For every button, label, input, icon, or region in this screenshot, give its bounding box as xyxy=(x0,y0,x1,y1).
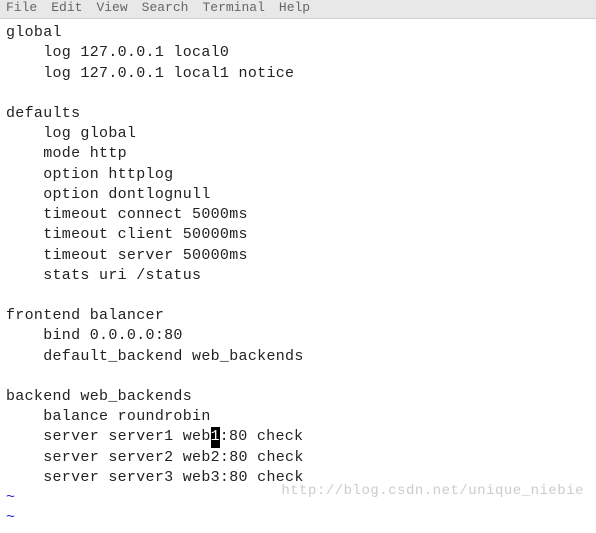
editor-area[interactable]: global log 127.0.0.1 local0 log 127.0.0.… xyxy=(0,19,596,533)
menu-search[interactable]: Search xyxy=(142,0,189,15)
menu-help[interactable]: Help xyxy=(279,0,310,15)
editor-line: mode http xyxy=(6,144,590,164)
editor-line: global xyxy=(6,23,590,43)
editor-line: bind 0.0.0.0:80 xyxy=(6,326,590,346)
menubar: File Edit View Search Terminal Help xyxy=(0,0,596,19)
editor-line xyxy=(6,84,590,104)
editor-line: timeout connect 5000ms xyxy=(6,205,590,225)
editor-line: option dontlognull xyxy=(6,185,590,205)
editor-line: server server1 web1:80 check xyxy=(6,427,590,447)
editor-line: option httplog xyxy=(6,165,590,185)
editor-line xyxy=(6,367,590,387)
editor-line: log global xyxy=(6,124,590,144)
watermark-text: http://blog.csdn.net/unique_niebie xyxy=(281,483,584,499)
menu-edit[interactable]: Edit xyxy=(51,0,82,15)
editor-line: server server2 web2:80 check xyxy=(6,448,590,468)
editor-line: default_backend web_backends xyxy=(6,347,590,367)
text-cursor: 1 xyxy=(211,427,220,447)
menu-terminal[interactable]: Terminal xyxy=(202,0,264,15)
editor-line: timeout client 50000ms xyxy=(6,225,590,245)
editor-line: timeout server 50000ms xyxy=(6,246,590,266)
editor-line: log 127.0.0.1 local0 xyxy=(6,43,590,63)
editor-line: frontend balancer xyxy=(6,306,590,326)
editor-line xyxy=(6,286,590,306)
menu-file[interactable]: File xyxy=(6,0,37,15)
menu-view[interactable]: View xyxy=(96,0,127,15)
editor-line: backend web_backends xyxy=(6,387,590,407)
empty-line-tilde: ~ xyxy=(6,508,590,528)
editor-line: defaults xyxy=(6,104,590,124)
editor-line: log 127.0.0.1 local1 notice xyxy=(6,64,590,84)
editor-line: balance roundrobin xyxy=(6,407,590,427)
editor-line: stats uri /status xyxy=(6,266,590,286)
